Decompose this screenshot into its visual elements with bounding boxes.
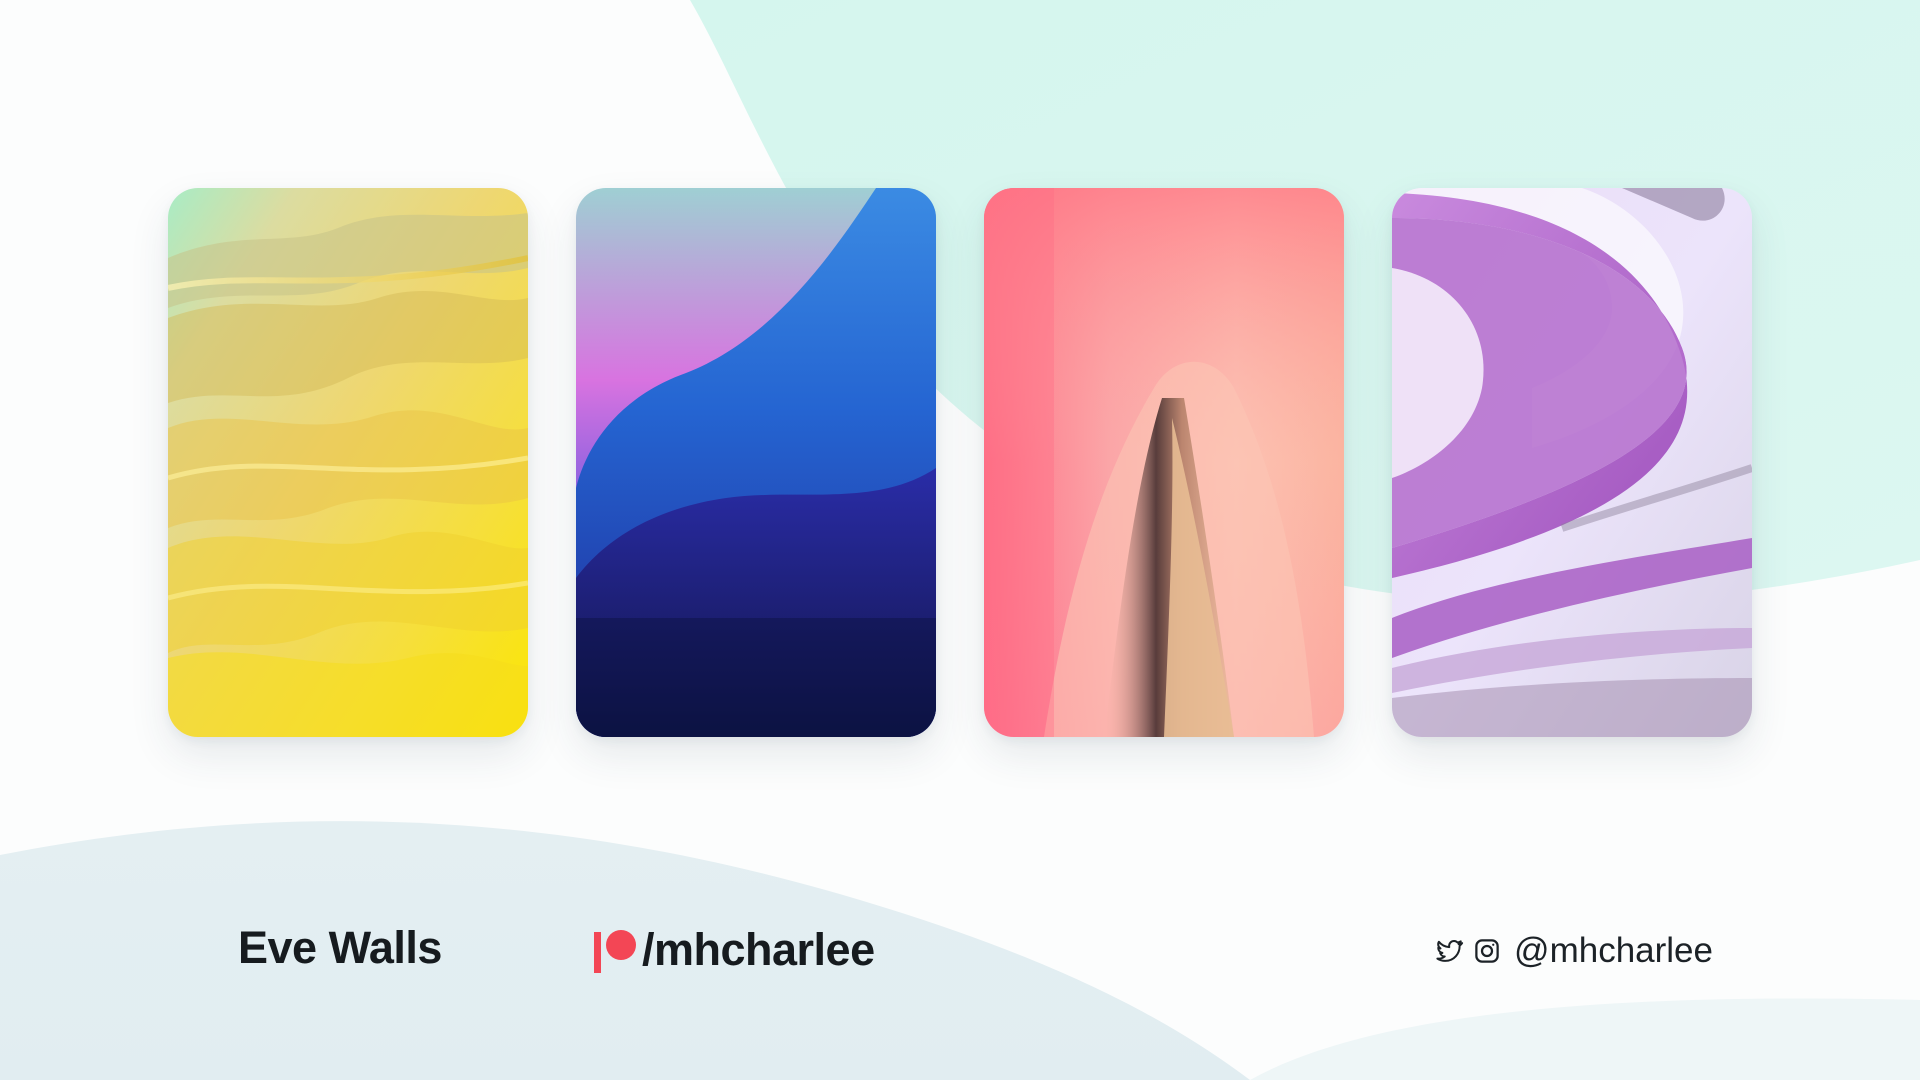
twitter-icon[interactable] [1434,936,1464,966]
wallpaper-card-yellow[interactable] [168,188,528,737]
instagram-icon[interactable] [1472,936,1502,966]
wallpaper-card-purple[interactable] [1392,188,1752,737]
social-handle: @mhcharlee [1514,931,1713,970]
social-links: @mhcharlee [1434,926,1713,976]
pink-blur-wallpaper [984,188,1344,737]
footer-bar: Eve Walls /mhcharlee @mhcharlee [0,900,1920,1000]
brand-title: Eve Walls [238,922,442,973]
wallpaper-card-pink[interactable] [984,188,1344,737]
patreon-handle: /mhcharlee [642,924,875,975]
patreon-link[interactable]: /mhcharlee [592,922,875,978]
purple-ribbon-wallpaper [1392,188,1752,737]
wallpaper-card-blue[interactable] [576,188,936,737]
promo-canvas: Eve Walls /mhcharlee @mhcharlee [0,0,1920,1080]
wallpaper-gallery [168,188,1752,737]
yellow-waves-wallpaper [168,188,528,737]
blue-purple-gradient-wallpaper [576,188,936,737]
patreon-icon [592,927,638,973]
